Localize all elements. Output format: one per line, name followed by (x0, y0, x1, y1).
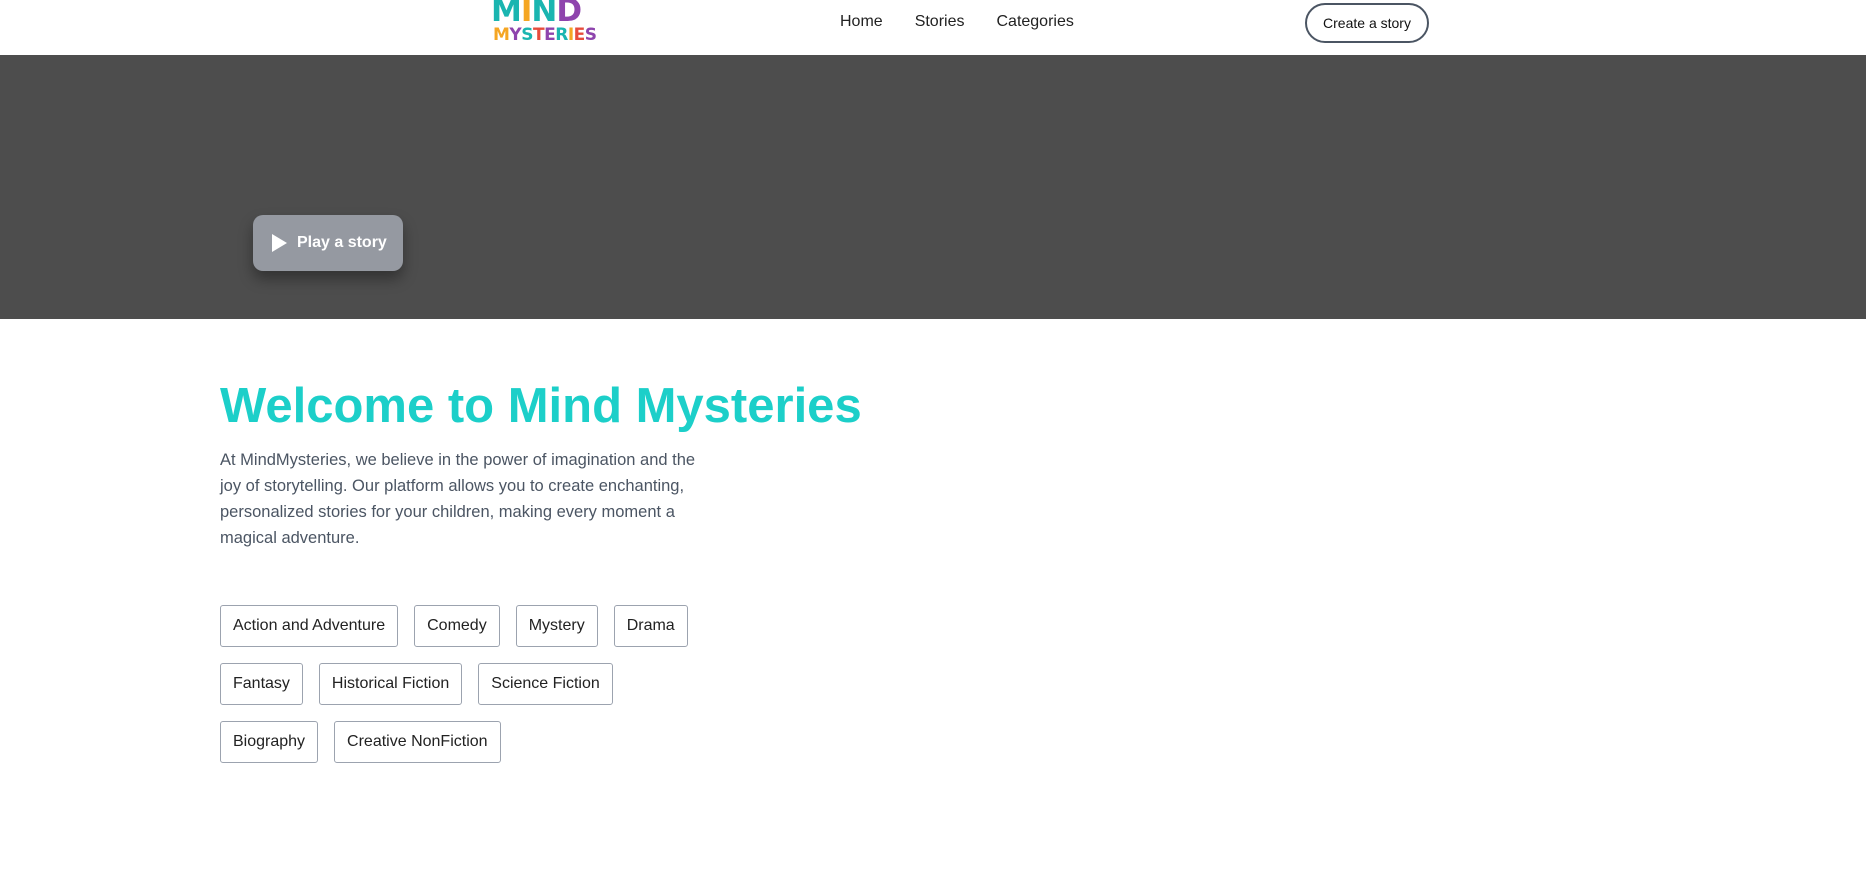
category-tags: Action and Adventure Comedy Mystery Drama Fa… (220, 605, 688, 779)
category-tag-science-fiction[interactable]: Science Fiction (478, 663, 613, 705)
category-row: Fantasy Historical Fiction Science Fiction (220, 663, 688, 705)
category-row: Biography Creative NonFiction (220, 721, 688, 763)
category-row: Action and Adventure Comedy Mystery Drama (220, 605, 688, 647)
play-story-button[interactable]: Play a story (253, 215, 403, 271)
nav-link-home[interactable]: Home (840, 12, 883, 32)
category-tag-fantasy[interactable]: Fantasy (220, 663, 303, 705)
intro-paragraph: At MindMysteries, we believe in the powe… (220, 451, 696, 547)
play-story-label: Play a story (297, 234, 387, 251)
mind-mysteries-logo[interactable]: MIND MYSTERIES (491, 0, 599, 46)
site-header: MIND MYSTERIES Home Stories Categories C… (0, 0, 1866, 55)
play-icon (272, 234, 287, 252)
hero-banner: Play a story (0, 55, 1866, 319)
category-tag-drama[interactable]: Drama (613, 605, 688, 647)
category-tag-mystery[interactable]: Mystery (515, 605, 598, 647)
category-tag-historical-fiction[interactable]: Historical Fiction (318, 663, 463, 705)
logo-line-mysteries: MYSTERIES (493, 25, 597, 45)
nav-link-categories[interactable]: Categories (996, 12, 1073, 32)
nav-link-stories[interactable]: Stories (915, 12, 965, 32)
category-tag-action-and-adventure[interactable]: Action and Adventure (220, 605, 399, 647)
page-title: Welcome to Mind Mysteries (220, 379, 862, 433)
logo-line-mind: MIND (491, 0, 582, 29)
create-story-button[interactable]: Create a story (1305, 3, 1429, 43)
category-tag-biography[interactable]: Biography (220, 721, 319, 763)
category-tag-comedy[interactable]: Comedy (414, 605, 500, 647)
main-nav: Home Stories Categories (840, 12, 1074, 32)
category-tag-creative-nonfiction[interactable]: Creative NonFiction (334, 721, 501, 763)
